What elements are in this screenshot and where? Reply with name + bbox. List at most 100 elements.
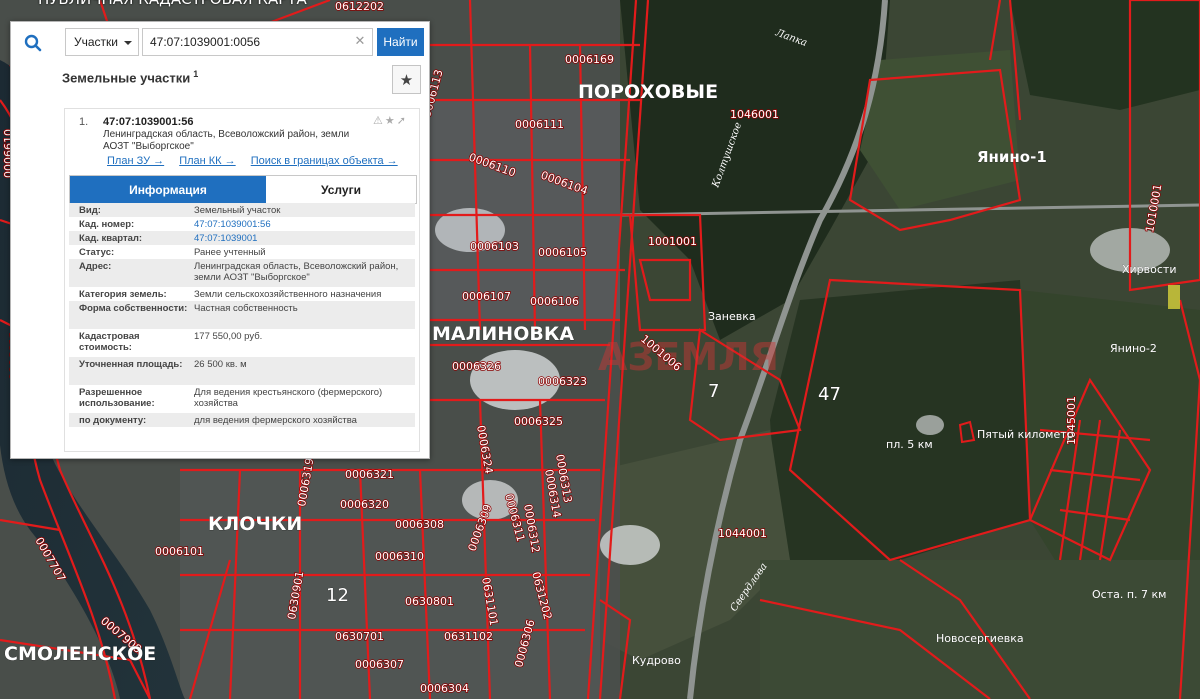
parcel-code-label: 0630801 bbox=[405, 595, 454, 608]
arrow-icon[interactable]: ➚ bbox=[397, 115, 408, 127]
watermark: АЗЕМЛЯ bbox=[598, 335, 779, 379]
district-label: КЛОЧКИ bbox=[208, 513, 302, 535]
parcel-code-label: 0006169 bbox=[565, 53, 614, 66]
info-key: Категория земель: bbox=[79, 289, 167, 300]
info-value: для ведения фермерского хозяйства bbox=[194, 415, 357, 426]
parcel-code-label: 0631102 bbox=[444, 630, 493, 643]
district-label: СМОЛЕНСКОЕ bbox=[4, 643, 156, 665]
info-row: Кад. номер: 47:07:1039001:56 bbox=[69, 217, 415, 231]
info-value: Земельный участок bbox=[194, 205, 281, 216]
object-type-label: Участки bbox=[74, 35, 118, 49]
parcel-code-label: 0006106 bbox=[530, 295, 579, 308]
parcel-code-label: 0006103 bbox=[470, 240, 519, 253]
result-card: 1. 47:07:1039001:56 Ленинградская област… bbox=[64, 108, 420, 452]
parcel-code-label: 0006105 bbox=[538, 246, 587, 259]
close-icon[interactable]: ✕ bbox=[353, 34, 367, 48]
district-label: ПОРОХОВЫЕ bbox=[578, 81, 718, 103]
parcel-code-label: 0006107 bbox=[462, 290, 511, 303]
results-header: Земельные участки 1 ★ bbox=[11, 60, 429, 98]
star-icon[interactable]: ★ bbox=[385, 115, 397, 127]
info-row: по документу: для ведения фермерского хоз… bbox=[69, 413, 415, 427]
parcel-code-label: 0006321 bbox=[345, 468, 394, 481]
highlight-parcel bbox=[1168, 285, 1180, 309]
results-count: 1 bbox=[193, 69, 199, 79]
info-value: Земли сельскохозяйственного назначения bbox=[194, 289, 382, 300]
parcel-code-label: 1044001 bbox=[718, 527, 767, 540]
warning-icon[interactable]: ⚠ bbox=[373, 115, 385, 127]
info-key: Вид: bbox=[79, 205, 101, 216]
info-row: Статус: Ранее учтенный bbox=[69, 245, 415, 259]
parcel-code-label: 0006111 bbox=[515, 118, 564, 131]
place-label: Пятый километр bbox=[977, 428, 1074, 441]
search-row: Участки ✕ Найти bbox=[11, 22, 429, 60]
results-title: Земельные участки 1 bbox=[62, 69, 198, 85]
info-row: Уточненная площадь: 26 500 кв. м bbox=[69, 357, 415, 385]
info-row: Адрес: Ленинградская область, Всеволожски… bbox=[69, 259, 415, 287]
result-index: 1. bbox=[79, 116, 89, 128]
parcel-code-label: 0006320 bbox=[340, 498, 389, 511]
quarter-number-label: 12 bbox=[326, 585, 349, 606]
result-cadnum[interactable]: 47:07:1039001:56 bbox=[103, 116, 194, 128]
info-tabs: Информация Услуги bbox=[69, 175, 417, 204]
parcel-code-label: 1046001 bbox=[730, 108, 779, 121]
object-type-select[interactable]: Участки bbox=[65, 28, 139, 56]
quarter-number-label: 47 bbox=[818, 384, 841, 405]
info-row: Кадастровая стоимость: 177 550,00 руб. bbox=[69, 329, 415, 357]
plan-zu-link[interactable]: План ЗУ → bbox=[107, 155, 164, 167]
result-address: Ленинградская область, Всеволожский райо… bbox=[103, 129, 350, 152]
station-label: пл. 5 км bbox=[886, 438, 933, 451]
district-label: МАЛИНОВКА bbox=[432, 323, 574, 345]
info-key: Статус: bbox=[79, 247, 115, 258]
place-label: Янино-2 bbox=[1110, 342, 1157, 355]
info-value: 177 550,00 руб. bbox=[194, 331, 263, 342]
info-row: Разрешенное использование: Для ведения кр… bbox=[69, 385, 415, 413]
tab-info[interactable]: Информация bbox=[70, 176, 266, 203]
result-actions: ⚠★➚ bbox=[373, 114, 408, 127]
info-key: Адрес: bbox=[79, 261, 112, 272]
parcel-code-label: 0006310 bbox=[375, 550, 424, 563]
place-label: Новосергиевка bbox=[936, 632, 1024, 645]
place-label: Кудрово bbox=[632, 654, 681, 667]
tab-services[interactable]: Услуги bbox=[266, 176, 416, 203]
cloud bbox=[916, 415, 944, 435]
results-title-text: Земельные участки bbox=[62, 70, 191, 86]
parcel-code-label: 0612202 bbox=[335, 0, 384, 13]
forest-area bbox=[1010, 0, 1200, 110]
plan-kk-link[interactable]: План КК → bbox=[179, 155, 235, 167]
place-label: Хирвости bbox=[1122, 263, 1176, 276]
info-row: Кад. квартал: 47:07:1039001 bbox=[69, 231, 415, 245]
info-key: Кад. квартал: bbox=[79, 233, 143, 244]
search-in-bounds-link[interactable]: Поиск в границах объекта → bbox=[251, 155, 398, 167]
place-label: Янино-1 bbox=[977, 148, 1047, 166]
parcel-code-label: 0006307 bbox=[355, 658, 404, 671]
app-title: ПУБЛИЧНАЯ КАДАСТРОВАЯ КАРТА bbox=[38, 0, 307, 8]
chevron-down-icon bbox=[124, 41, 132, 45]
info-key: Кад. номер: bbox=[79, 219, 135, 230]
info-value: Ленинградская область, Всеволожский райо… bbox=[194, 261, 399, 283]
search-input[interactable] bbox=[142, 28, 373, 56]
info-value[interactable]: 47:07:1039001 bbox=[194, 233, 409, 244]
place-label: Заневка bbox=[708, 310, 756, 323]
parcel-code-label: 0006101 bbox=[155, 545, 204, 558]
info-row: Форма собственности: Частная собственност… bbox=[69, 301, 415, 329]
parcel-code-label: 0006308 bbox=[395, 518, 444, 531]
parcel-code-label: 0006304 bbox=[420, 682, 469, 695]
info-value: 26 500 кв. м bbox=[194, 359, 247, 370]
search-panel: Участки ✕ Найти Земельные участки1 ★ 1. … bbox=[10, 21, 430, 459]
info-value: Для ведения крестьянского (фермерского) … bbox=[194, 387, 383, 409]
info-value: Ранее учтенный bbox=[194, 247, 266, 258]
info-table: Вид: Земельный участок Кад. номер: 47:07:10… bbox=[69, 203, 415, 427]
info-key: Разрешенное использование: bbox=[79, 387, 155, 409]
info-row: Вид: Земельный участок bbox=[69, 203, 415, 217]
parcel-code-label: 0006325 bbox=[514, 415, 563, 428]
parcel-code-label: 0006323 bbox=[538, 375, 587, 388]
find-button[interactable]: Найти bbox=[377, 28, 424, 56]
info-key: Кадастровая стоимость: bbox=[79, 331, 140, 353]
info-value[interactable]: 47:07:1039001:56 bbox=[194, 219, 409, 230]
parcel-code-label: 0630701 bbox=[335, 630, 384, 643]
parcel-code-label: 1001001 bbox=[648, 235, 697, 248]
info-key: Форма собственности: bbox=[79, 303, 188, 314]
search-icon[interactable] bbox=[18, 29, 48, 57]
favorite-star-icon[interactable]: ★ bbox=[392, 65, 421, 94]
parcel-code-label: 0006326 bbox=[452, 360, 501, 373]
